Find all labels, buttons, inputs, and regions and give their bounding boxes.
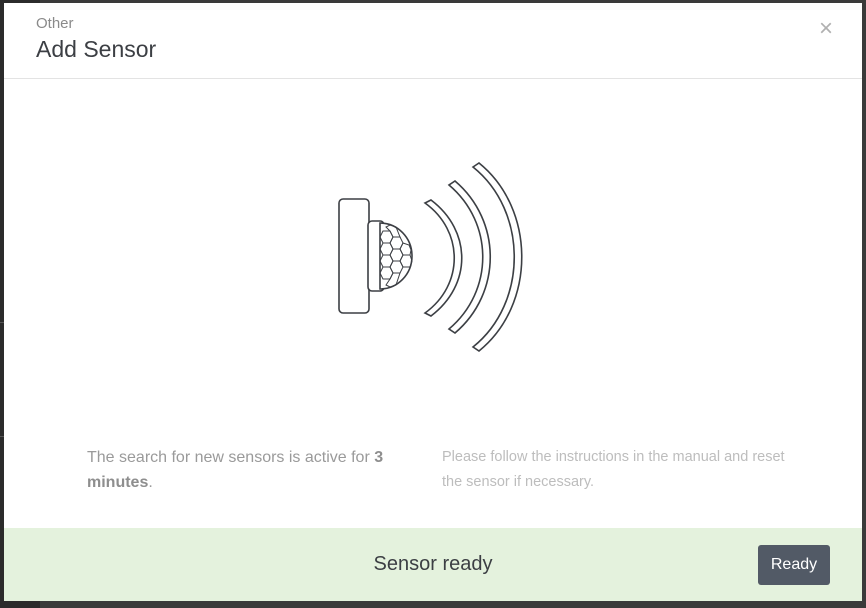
dialog-footer: Sensor ready Ready — [4, 528, 862, 601]
status-message: Sensor ready — [373, 553, 493, 575]
add-sensor-dialog: Other Add Sensor × The search for new se… — [4, 3, 862, 601]
search-text-suffix: . — [148, 474, 153, 491]
close-button[interactable]: × — [814, 17, 838, 41]
search-text-prefix: The search for new sensors is active for — [87, 449, 370, 466]
dialog-title: Add Sensor — [36, 36, 157, 62]
search-status-text: The search for new sensors is active for… — [87, 445, 387, 495]
instructions-text: Please follow the instructions in the ma… — [442, 449, 785, 490]
motion-sensor-icon — [334, 161, 534, 353]
ready-button[interactable]: Ready — [758, 545, 830, 585]
dialog-subtitle: Other — [36, 15, 74, 32]
dialog-header: Other Add Sensor × — [4, 3, 862, 79]
